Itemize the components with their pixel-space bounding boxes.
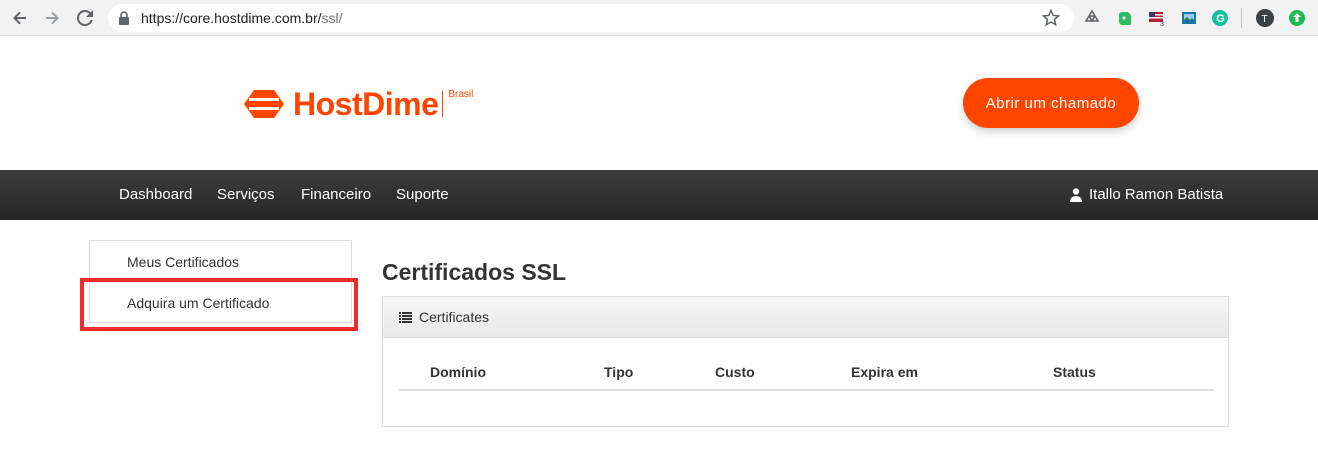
- highlight-annotation: [80, 278, 358, 331]
- url-text: https://core.hostdime.com.br/ssl/: [141, 10, 343, 26]
- upload-extension-icon[interactable]: [1288, 9, 1306, 27]
- hostdime-logo-icon: [244, 90, 284, 118]
- column-header-status[interactable]: Status: [1053, 364, 1096, 380]
- url-path: ssl/: [321, 10, 343, 26]
- browser-toolbar: https://core.hostdime.com.br/ssl/ 3 G T: [0, 0, 1318, 36]
- open-ticket-button[interactable]: Abrir um chamado: [963, 78, 1139, 128]
- table-header-divider: [399, 389, 1214, 391]
- grammarly-extension-icon[interactable]: G: [1211, 9, 1229, 27]
- column-header-tipo[interactable]: Tipo: [604, 364, 633, 380]
- url-host: https://core.hostdime.com.br/: [141, 10, 322, 26]
- certificates-panel: Certificates Domínio Tipo Custo Expira e…: [382, 296, 1229, 427]
- list-icon: [399, 311, 412, 323]
- logo-divider: [442, 91, 444, 117]
- svg-text:3: 3: [1160, 21, 1164, 27]
- page-title: Certificados SSL: [382, 259, 567, 285]
- column-header-expira-em[interactable]: Expira em: [851, 364, 918, 380]
- profile-avatar-icon[interactable]: T: [1256, 9, 1274, 27]
- svg-text:G: G: [1216, 13, 1225, 25]
- hostdime-logo[interactable]: HostDime Brasil: [243, 85, 474, 122]
- sidebar-item-meus-certificados[interactable]: Meus Certificados: [90, 241, 351, 282]
- column-header-dominio[interactable]: Domínio: [430, 364, 486, 380]
- column-header-custo[interactable]: Custo: [715, 364, 755, 380]
- star-icon[interactable]: [1042, 9, 1060, 27]
- image-extension-icon[interactable]: [1180, 9, 1198, 27]
- user-icon: [1070, 187, 1082, 202]
- user-name: Itallo Ramon Batista: [1089, 186, 1224, 203]
- site-header: HostDime Brasil Abrir um chamado: [0, 37, 1318, 170]
- address-bar[interactable]: https://core.hostdime.com.br/ssl/: [108, 4, 1074, 32]
- flag-extension-icon[interactable]: 3: [1148, 9, 1166, 28]
- panel-title: Certificates: [419, 309, 490, 325]
- svg-text:T: T: [1262, 14, 1268, 25]
- panel-heading: Certificates: [383, 297, 1228, 338]
- toolbar-divider: [1241, 8, 1242, 28]
- nav-item-suporte[interactable]: Suporte: [396, 186, 449, 203]
- evernote-extension-icon[interactable]: [1116, 9, 1134, 27]
- reload-icon[interactable]: [75, 8, 95, 28]
- logo-text: HostDime: [293, 85, 439, 122]
- logo-region: Brasil: [448, 89, 474, 100]
- forward-arrow-icon[interactable]: [42, 8, 62, 28]
- nav-item-dashboard[interactable]: Dashboard: [119, 186, 192, 203]
- nav-item-servicos[interactable]: Serviços: [217, 186, 275, 203]
- recycle-extension-icon[interactable]: [1083, 9, 1101, 27]
- nav-item-financeiro[interactable]: Financeiro: [301, 186, 371, 203]
- back-arrow-icon[interactable]: [10, 8, 30, 28]
- lock-icon: [119, 11, 129, 25]
- main-nav: Dashboard Serviços Financeiro Suporte It…: [0, 170, 1318, 220]
- user-menu[interactable]: Itallo Ramon Batista: [1070, 186, 1223, 203]
